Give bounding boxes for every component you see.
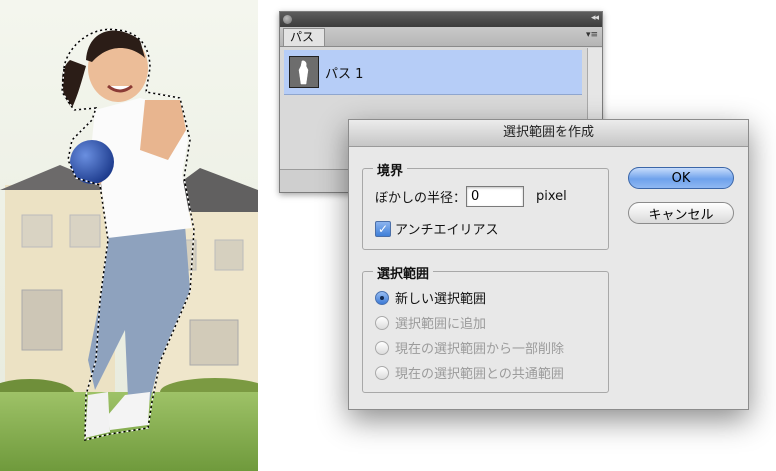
panel-close-icon[interactable] <box>283 15 292 24</box>
feather-unit-label: pixel <box>536 189 567 204</box>
radio-add-to-selection[interactable]: 選択範囲に追加 <box>375 313 486 332</box>
radio-subtract-from-selection[interactable]: 現在の選択範囲から一部削除 <box>375 338 564 357</box>
radio-label: 新しい選択範囲 <box>395 292 487 307</box>
photo-canvas <box>0 0 258 471</box>
path-list-item[interactable]: パス 1 <box>284 50 582 95</box>
path-thumbnail <box>289 56 319 88</box>
path-item-label: パス 1 <box>325 67 364 82</box>
feather-radius-input[interactable] <box>466 186 525 207</box>
antialias-label: アンチエイリアス <box>395 223 499 238</box>
ok-button[interactable]: OK <box>628 167 734 189</box>
tab-paths[interactable]: パス <box>283 28 326 46</box>
radio-label: 現在の選択範囲から一部削除 <box>395 342 565 357</box>
make-selection-dialog: 選択範囲を作成 境界 ぼかしの半径： pixel ✓ アンチエイリアス 選択範囲… <box>348 119 749 410</box>
radio-new-selection-control[interactable] <box>375 290 389 305</box>
feather-label: ぼかしの半径： <box>375 191 467 206</box>
panel-collapse-icon[interactable]: ◂◂ <box>591 13 599 23</box>
panel-titlebar: ◂◂ <box>280 12 602 27</box>
radio-label: 現在の選択範囲との共通範囲 <box>395 367 564 382</box>
rendering-group-title: 境界 <box>373 160 408 179</box>
rendering-group: 境界 ぼかしの半径： pixel ✓ アンチエイリアス <box>362 160 609 250</box>
radio-subtract-from-selection-control[interactable] <box>375 340 389 355</box>
dialog-title: 選択範囲を作成 <box>349 120 748 147</box>
antialias-checkbox[interactable]: ✓ <box>375 220 391 237</box>
feather-row: ぼかしの半径： pixel <box>375 186 567 207</box>
radio-intersect-selection[interactable]: 現在の選択範囲との共通範囲 <box>375 363 564 382</box>
panel-menu-icon[interactable]: ▾≡ <box>586 30 598 40</box>
radio-new-selection[interactable]: 新しい選択範囲 <box>375 288 486 307</box>
radio-intersect-selection-control[interactable] <box>375 365 389 380</box>
operation-group: 選択範囲 新しい選択範囲 選択範囲に追加 現在の選択範囲から一部削除 現在の選択… <box>362 263 609 393</box>
operation-group-title: 選択範囲 <box>373 263 434 282</box>
radio-label: 選択範囲に追加 <box>395 317 487 332</box>
path-thumbnail-icon <box>298 60 309 85</box>
antialias-row[interactable]: ✓ アンチエイリアス <box>375 219 498 238</box>
photo-image <box>0 0 258 471</box>
radio-add-to-selection-control[interactable] <box>375 315 389 330</box>
panel-tabbar: パス ▾≡ <box>280 27 602 47</box>
cancel-button[interactable]: キャンセル <box>628 202 734 224</box>
